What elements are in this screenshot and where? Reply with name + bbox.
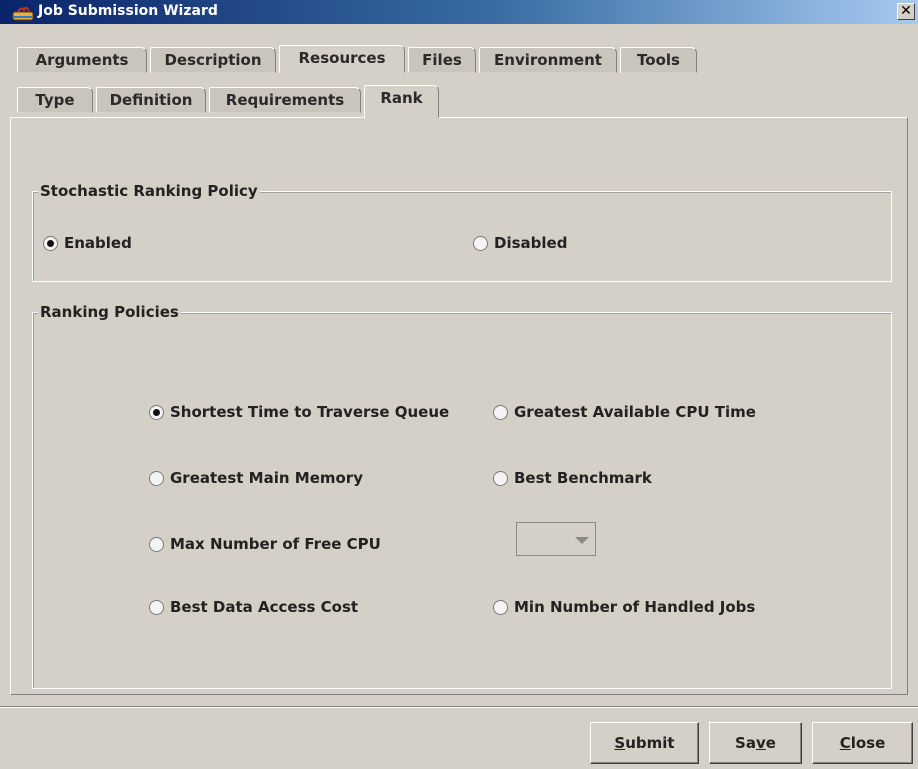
rank-max-free-cpu-radio[interactable]: Max Number of Free CPU xyxy=(149,535,381,553)
window-title: Job Submission Wizard xyxy=(38,3,218,19)
radio-unselected-icon xyxy=(493,599,508,615)
rank-best-data-access-label: Best Data Access Cost xyxy=(170,598,359,616)
rank-greatest-cpu-time-radio[interactable]: Greatest Available CPU Time xyxy=(493,403,756,421)
java-cup-icon xyxy=(12,6,34,21)
tab-definition[interactable]: Definition xyxy=(96,87,206,113)
stochastic-enabled-radio[interactable]: Enabled xyxy=(43,234,132,252)
tab-requirements[interactable]: Requirements xyxy=(209,87,361,113)
rank-shortest-time-label: Shortest Time to Traverse Queue xyxy=(170,403,450,421)
submit-mnemonic: S xyxy=(614,734,626,752)
radio-unselected-icon xyxy=(149,470,164,486)
save-label-rest: e xyxy=(765,734,776,752)
rank-greatest-cpu-time-label: Greatest Available CPU Time xyxy=(514,403,756,421)
chevron-down-icon xyxy=(575,537,589,544)
save-button[interactable]: Save xyxy=(709,722,802,764)
stochastic-ranking-title: Stochastic Ranking Policy xyxy=(38,182,260,200)
window-close-button[interactable]: ✕ xyxy=(897,3,915,20)
tab-files[interactable]: Files xyxy=(408,47,476,73)
rank-greatest-memory-radio[interactable]: Greatest Main Memory xyxy=(149,469,363,487)
rank-max-free-cpu-label: Max Number of Free CPU xyxy=(170,535,381,553)
footer-separator xyxy=(0,706,918,708)
rank-min-handled-jobs-radio[interactable]: Min Number of Handled Jobs xyxy=(493,598,755,616)
rank-best-benchmark-radio[interactable]: Best Benchmark xyxy=(493,469,652,487)
tab-type[interactable]: Type xyxy=(17,87,93,113)
tab-rank[interactable]: Rank xyxy=(364,85,439,118)
stochastic-ranking-group xyxy=(32,191,892,282)
rank-best-benchmark-label: Best Benchmark xyxy=(514,469,652,487)
radio-unselected-icon xyxy=(493,470,508,486)
radio-unselected-icon xyxy=(493,404,508,420)
rank-shortest-time-radio[interactable]: Shortest Time to Traverse Queue xyxy=(149,403,449,421)
radio-selected-icon xyxy=(43,235,58,251)
rank-greatest-memory-label: Greatest Main Memory xyxy=(170,469,363,487)
save-mnemonic: v xyxy=(755,734,766,752)
ranking-policies-group xyxy=(32,312,892,689)
close-label: lose xyxy=(850,734,886,752)
close-button[interactable]: Close xyxy=(812,722,913,764)
radio-unselected-icon xyxy=(149,536,164,552)
stochastic-disabled-label: Disabled xyxy=(494,234,568,252)
stochastic-enabled-label: Enabled xyxy=(64,234,132,252)
free-cpu-combo[interactable] xyxy=(516,522,596,556)
ranking-policies-title: Ranking Policies xyxy=(38,303,181,321)
rank-min-handled-jobs-label: Min Number of Handled Jobs xyxy=(514,598,756,616)
tab-environment[interactable]: Environment xyxy=(479,47,617,73)
submit-label: ubmit xyxy=(625,734,675,752)
submit-button[interactable]: Submit xyxy=(590,722,699,764)
tab-resources[interactable]: Resources xyxy=(279,45,405,73)
tab-arguments[interactable]: Arguments xyxy=(17,47,147,73)
radio-unselected-icon xyxy=(473,235,488,251)
stochastic-disabled-radio[interactable]: Disabled xyxy=(473,234,567,252)
window-title-bar[interactable]: Job Submission Wizard ✕ xyxy=(0,0,918,24)
radio-selected-icon xyxy=(149,404,164,420)
radio-unselected-icon xyxy=(149,599,164,615)
save-label-pre: Sa xyxy=(735,734,756,752)
tab-tools[interactable]: Tools xyxy=(620,47,697,73)
close-mnemonic: C xyxy=(839,734,851,752)
rank-best-data-access-radio[interactable]: Best Data Access Cost xyxy=(149,598,358,616)
tab-description[interactable]: Description xyxy=(150,47,276,73)
